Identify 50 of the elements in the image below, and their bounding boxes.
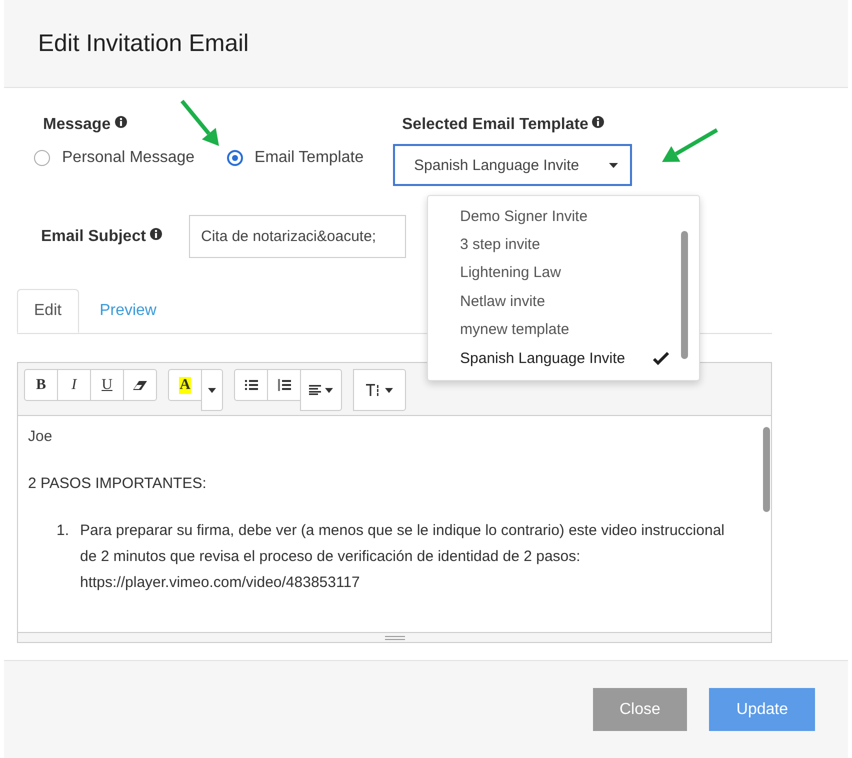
radio-label[interactable]: Email Template [254,149,364,167]
bold-button[interactable]: B [24,369,58,401]
list-number: 1. [55,521,70,541]
dialog-title: Edit Invitation Email [38,30,249,58]
info-icon [150,228,162,240]
italic-button[interactable]: I [57,369,91,401]
caret-icon [385,388,393,392]
numbered-list-button[interactable] [267,369,301,401]
scrollbar[interactable] [763,427,770,512]
font-size-icon [366,384,381,396]
annotation-arrow [662,128,718,162]
subject-label: Email Subject [41,228,146,246]
dropdown-item[interactable]: mynew template [428,316,699,344]
dropdown-item[interactable]: Netlaw invite [428,287,699,316]
checkmark-icon [653,352,669,365]
grip-icon [384,636,404,640]
radio-button[interactable] [226,150,243,166]
info-icon [114,116,127,128]
annotation-arrow [180,100,219,146]
radio-button[interactable] [34,150,50,166]
radio-label[interactable]: Personal Message [62,149,195,167]
template-select[interactable]: Spanish Language Invite [393,144,632,186]
dropdown-item[interactable]: Lightening Law [428,258,699,288]
eraser-icon [133,380,147,390]
caret-icon [208,388,216,392]
greeting-text: Joe [28,427,54,447]
underline-button[interactable]: U [90,369,124,401]
numbered-list-icon [278,379,290,391]
info-icon [592,116,604,128]
resize-handle[interactable] [18,632,771,642]
scrollbar[interactable] [681,231,688,359]
dropdown-item[interactable]: Spanish Language Invite [428,344,699,372]
template-label: Selected Email Template [402,116,588,134]
editor-tab[interactable]: Edit [17,289,79,333]
font-size-button[interactable] [353,369,406,411]
caret-icon [609,162,618,168]
dropdown-item[interactable]: Demo Signer Invite [428,202,699,230]
message-label: Message [43,116,111,134]
bullet-list-icon [244,380,258,390]
eraser-button[interactable] [123,369,157,401]
align-button[interactable] [300,369,342,411]
subject-field[interactable]: Cita de notarizaci&oacute; [189,215,406,258]
heading-text: 2 PASOS IMPORTANTES: [28,474,208,494]
dropdown-item[interactable]: 3 step invite [428,230,699,259]
bullet-list-button[interactable] [234,369,268,401]
color-dropdown-button[interactable] [201,369,223,411]
list-item-text: Para preparar su firma, debe ver (a menos que se le indique lo contrario) este video instruccional de 2 minutos que revisa el proceso de verificación de identidad de 2 pasos: https://player.vimeo.com/video/483853117 [80,521,726,593]
align-left-icon [309,385,321,395]
highlight-color-button[interactable]: A [168,369,202,401]
caret-icon [325,388,333,392]
